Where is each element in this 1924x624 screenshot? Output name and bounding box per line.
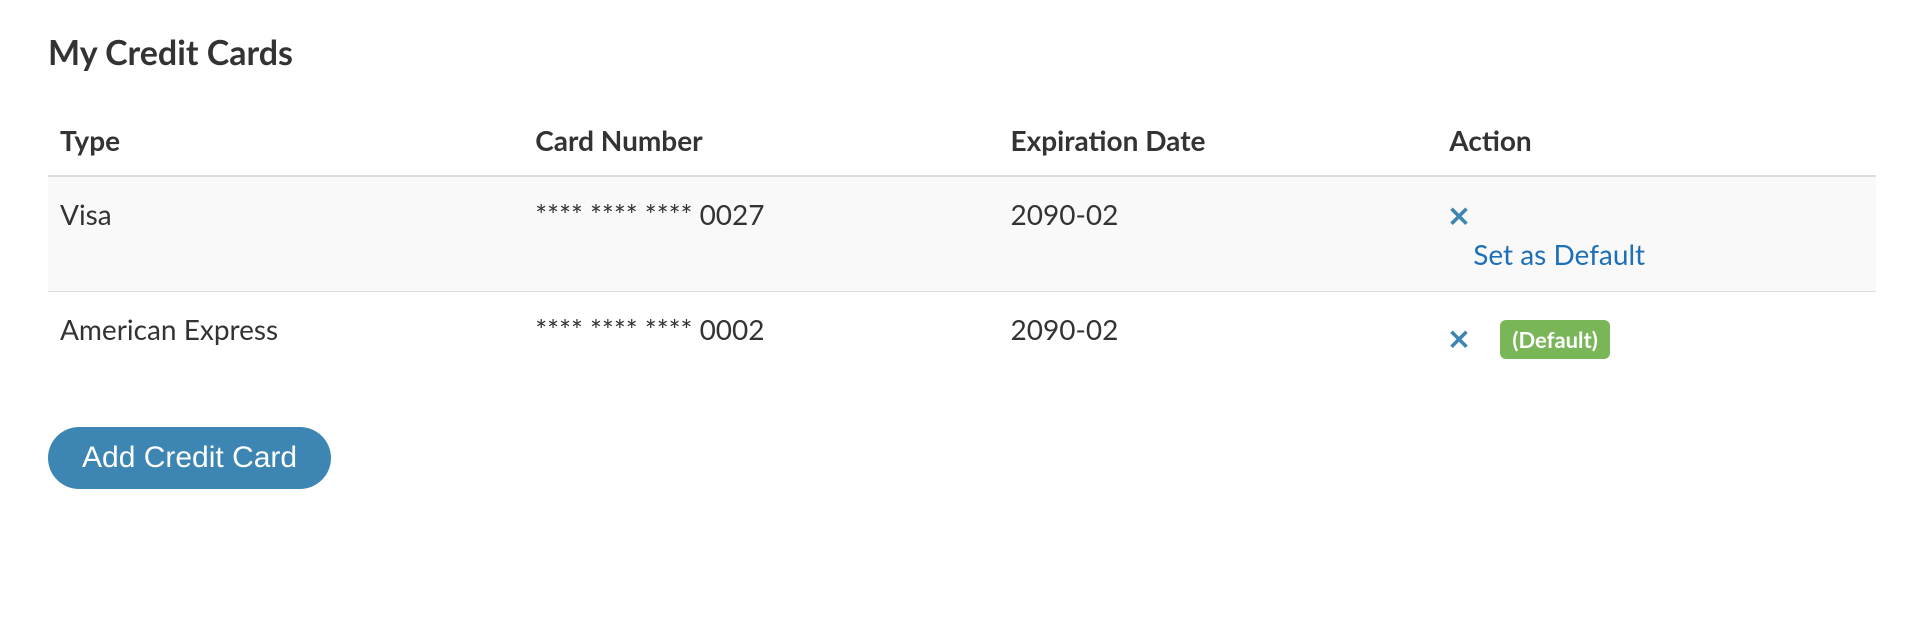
- table-row: Visa **** **** **** 0027 2090-02 Set as …: [48, 176, 1876, 292]
- cell-card-number: **** **** **** 0027: [523, 176, 998, 292]
- col-header-type: Type: [48, 109, 523, 176]
- remove-card-icon[interactable]: [1449, 205, 1469, 225]
- cell-action: (Default): [1437, 292, 1876, 380]
- col-header-card-number: Card Number: [523, 109, 998, 176]
- cell-expiration: 2090-02: [999, 176, 1438, 292]
- set-default-link[interactable]: Set as Default: [1449, 237, 1864, 271]
- table-row: American Express **** **** **** 0002 209…: [48, 292, 1876, 380]
- cell-expiration: 2090-02: [999, 292, 1438, 380]
- remove-card-icon[interactable]: [1449, 328, 1469, 348]
- cell-action: Set as Default: [1437, 176, 1876, 292]
- col-header-expiration: Expiration Date: [999, 109, 1438, 176]
- add-credit-card-button[interactable]: Add Credit Card: [48, 427, 331, 489]
- table-header-row: Type Card Number Expiration Date Action: [48, 109, 1876, 176]
- default-badge: (Default): [1500, 320, 1609, 359]
- col-header-action: Action: [1437, 109, 1876, 176]
- cell-type: American Express: [48, 292, 523, 380]
- page-title: My Credit Cards: [48, 32, 1876, 73]
- cell-card-number: **** **** **** 0002: [523, 292, 998, 380]
- cell-type: Visa: [48, 176, 523, 292]
- credit-cards-table: Type Card Number Expiration Date Action …: [48, 109, 1876, 379]
